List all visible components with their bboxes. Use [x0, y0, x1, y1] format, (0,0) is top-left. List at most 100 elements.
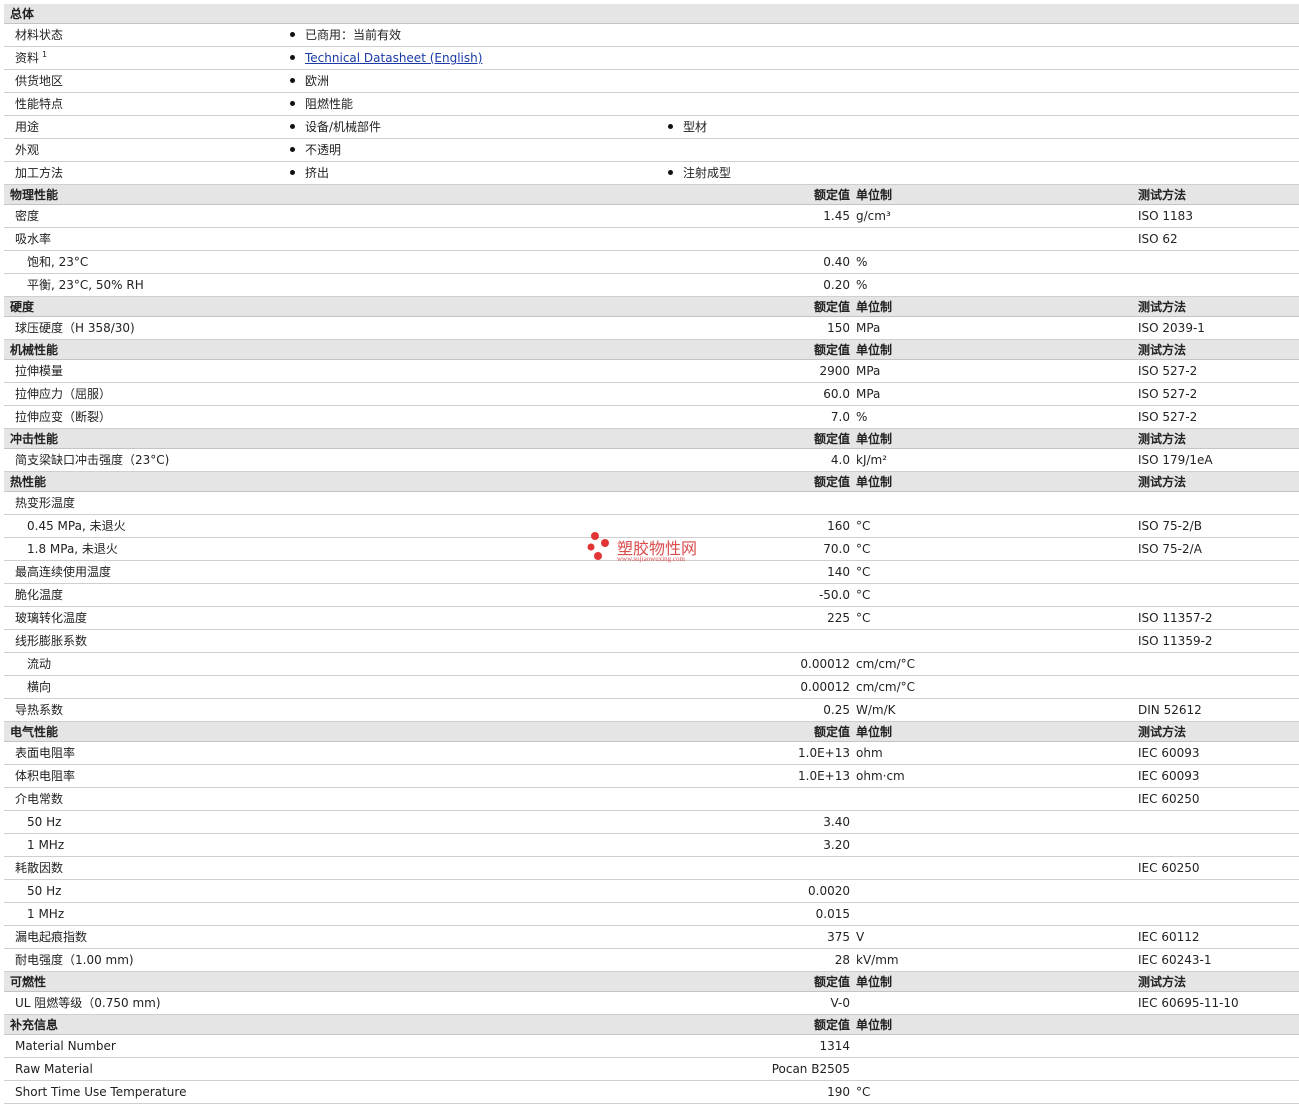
property-unit: kV/mm — [856, 953, 899, 967]
column-header-test-method: 测试方法 — [1138, 343, 1187, 357]
property-label: 体积电阻率 — [15, 769, 76, 783]
property-label: 拉伸应变（断裂） — [15, 410, 112, 424]
property-label: 表面电阻率 — [15, 746, 76, 760]
property-unit: °C — [856, 1085, 871, 1099]
section-header: 可燃性 额定值 单位制 测试方法 — [4, 972, 1299, 992]
property-value: 0.40 — [823, 255, 850, 269]
property-row: 表面电阻率 1.0E+13 ohm IEC 60093 — [4, 742, 1299, 765]
general-row: 性能特点 阻燃性能 — [4, 93, 1299, 116]
property-row: Short Time Use Temperature 190 °C — [4, 1081, 1299, 1104]
bullet-item: 设备/机械部件 — [290, 116, 381, 139]
bullet-icon — [290, 101, 295, 106]
general-row: 外观 不透明 — [4, 139, 1299, 162]
property-label: Material Number — [15, 1039, 116, 1053]
property-sub-label: 0.45 MPa, 未退火 — [27, 519, 126, 533]
property-value: 7.0 — [830, 410, 850, 424]
bullet-item: 型材 — [668, 116, 707, 139]
property-unit: cm/cm/°C — [856, 680, 916, 694]
bullet-item: Technical Datasheet (English) — [290, 47, 482, 70]
section-header: 热性能 额定值 单位制 测试方法 — [4, 472, 1299, 492]
property-label: 密度 — [15, 209, 40, 223]
property-label: 拉伸模量 — [15, 364, 64, 378]
column-header-test-method: 测试方法 — [1138, 975, 1187, 989]
column-header-value: 额定值 — [813, 725, 850, 739]
property-label: UL 阻燃等级（0.750 mm) — [15, 996, 161, 1010]
property-row: 1 MHz 0.015 — [4, 903, 1299, 926]
general-row: 加工方法 挤出 注射成型 — [4, 162, 1299, 185]
property-test-method: ISO 1183 — [1138, 209, 1193, 223]
property-unit: V — [856, 930, 865, 944]
property-row: 横向 0.00012 cm/cm/°C — [4, 676, 1299, 699]
property-value: 0.20 — [823, 278, 850, 292]
bullet-text: 不透明 — [305, 143, 342, 157]
column-header-value: 额定值 — [813, 300, 850, 314]
property-unit: MPa — [856, 321, 881, 335]
property-sub-label: 1 MHz — [27, 907, 65, 921]
property-label-text: 材料状态 — [15, 28, 64, 42]
section-title: 硬度 — [10, 300, 35, 314]
property-sub-label: 1.8 MPa, 未退火 — [27, 542, 118, 556]
property-sub-label: 饱和, 23°C — [27, 255, 89, 269]
property-value: 3.40 — [823, 815, 850, 829]
column-header-value: 额定值 — [813, 432, 850, 446]
property-unit: g/cm³ — [856, 209, 891, 223]
datasheet-link[interactable]: Technical Datasheet (English) — [305, 51, 482, 65]
property-test-method: IEC 60112 — [1138, 930, 1200, 944]
property-label-text: 用途 — [15, 120, 40, 134]
property-sub-label: 平衡, 23°C, 50% RH — [27, 278, 144, 292]
section-title: 热性能 — [10, 475, 47, 489]
bullet-icon — [668, 124, 673, 129]
bullet-item: 已商用：当前有效 — [290, 24, 401, 47]
property-unit: °C — [856, 611, 871, 625]
property-label: 供货地区 — [15, 70, 63, 93]
property-label-text: 加工方法 — [15, 166, 64, 180]
property-unit: MPa — [856, 364, 881, 378]
column-header-test-method: 测试方法 — [1138, 432, 1187, 446]
section-title: 总体 — [10, 7, 35, 21]
section-header: 机械性能 额定值 单位制 测试方法 — [4, 340, 1299, 360]
property-value: V-0 — [830, 996, 850, 1010]
property-test-method: ISO 75-2/A — [1138, 542, 1202, 556]
property-value: 4.0 — [830, 453, 850, 467]
bullet-item: 注射成型 — [668, 162, 731, 185]
column-header-test-method: 测试方法 — [1138, 188, 1187, 202]
column-header-unit: 单位制 — [856, 343, 893, 357]
column-header-unit: 单位制 — [856, 475, 893, 489]
section-header: 物理性能 额定值 单位制 测试方法 — [4, 185, 1299, 205]
property-value: 70.0 — [823, 542, 850, 556]
watermark-logo: 塑胶物性网 www.sujiaowuxing.com — [585, 530, 725, 570]
property-test-method: IEC 60093 — [1138, 746, 1200, 760]
property-value: 0.00012 — [800, 657, 850, 671]
property-sub-label: 流动 — [27, 657, 52, 671]
property-row: 拉伸应变（断裂） 7.0% ISO 527-2 — [4, 406, 1299, 429]
property-label: 外观 — [15, 139, 39, 162]
property-label: 简支梁缺口冲击强度（23°C) — [15, 453, 170, 467]
bullet-icon — [290, 78, 295, 83]
property-value: 0.25 — [823, 703, 850, 717]
watermark-url: www.sujiaowuxing.com — [617, 555, 685, 563]
property-test-method: ISO 179/1eA — [1138, 453, 1213, 467]
property-value: 0.0020 — [808, 884, 850, 898]
property-label: 球压硬度（H 358/30) — [15, 321, 135, 335]
property-label: 耐电强度（1.00 mm) — [15, 953, 134, 967]
property-test-method: IEC 60250 — [1138, 792, 1200, 806]
property-test-method: ISO 527-2 — [1138, 364, 1198, 378]
property-row: Material Number 1314 — [4, 1035, 1299, 1058]
section-title: 机械性能 — [10, 343, 59, 357]
section-title: 补充信息 — [10, 1018, 59, 1032]
property-unit: °C — [856, 542, 871, 556]
property-sub-label: 50 Hz — [27, 884, 62, 898]
property-label: 漏电起痕指数 — [15, 930, 88, 944]
section-header: 冲击性能 额定值 单位制 测试方法 — [4, 429, 1299, 449]
property-test-method: ISO 2039-1 — [1138, 321, 1205, 335]
bullet-item: 挤出 — [290, 162, 329, 185]
property-value: -50.0 — [818, 588, 850, 602]
property-label: Short Time Use Temperature — [15, 1085, 187, 1099]
property-test-method: IEC 60695-11-10 — [1138, 996, 1239, 1010]
property-unit: W/m/K — [856, 703, 896, 717]
property-test-method: ISO 527-2 — [1138, 387, 1198, 401]
property-value: 160 — [827, 519, 850, 533]
property-unit: % — [856, 255, 868, 269]
property-label: 最高连续使用温度 — [15, 565, 112, 579]
property-value: 28 — [834, 953, 850, 967]
